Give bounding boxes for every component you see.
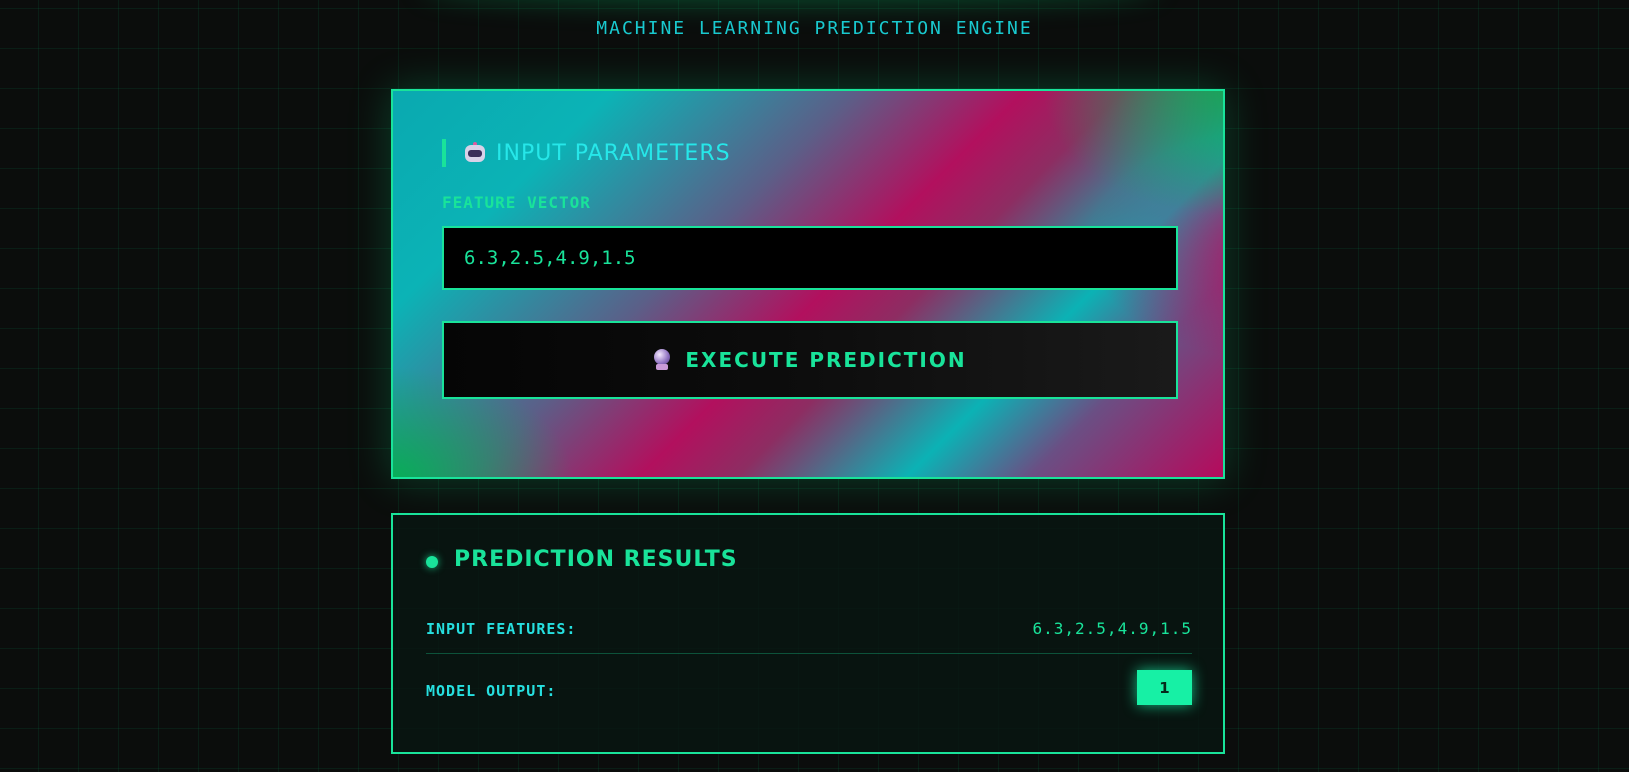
input-parameters-panel: INPUT PARAMETERS FEATURE VECTOR EXECUTE … xyxy=(391,89,1225,479)
status-dot-icon xyxy=(426,556,438,568)
feature-vector-input[interactable] xyxy=(442,226,1178,290)
execute-prediction-button[interactable]: EXECUTE PREDICTION xyxy=(442,321,1178,399)
page-subtitle: MACHINE LEARNING PREDICTION ENGINE xyxy=(596,18,1033,39)
execute-prediction-label: EXECUTE PREDICTION xyxy=(685,348,967,372)
input-features-label: INPUT FEATURES: xyxy=(426,620,577,638)
results-title: PREDICTION RESULTS xyxy=(454,547,738,572)
input-panel-title: INPUT PARAMETERS xyxy=(496,140,731,166)
results-divider xyxy=(426,653,1192,654)
model-output-label: MODEL OUTPUT: xyxy=(426,682,557,700)
header-glow xyxy=(420,0,1160,4)
model-output-badge: 1 xyxy=(1137,670,1192,705)
prediction-results-panel: PREDICTION RESULTS INPUT FEATURES: 6.3,2… xyxy=(391,513,1225,754)
robot-icon xyxy=(464,142,486,164)
feature-vector-label: FEATURE VECTOR xyxy=(442,193,591,212)
crystal-ball-icon xyxy=(653,349,671,371)
input-features-value: 6.3,2.5,4.9,1.5 xyxy=(1032,619,1192,638)
input-panel-header: INPUT PARAMETERS xyxy=(442,139,731,167)
